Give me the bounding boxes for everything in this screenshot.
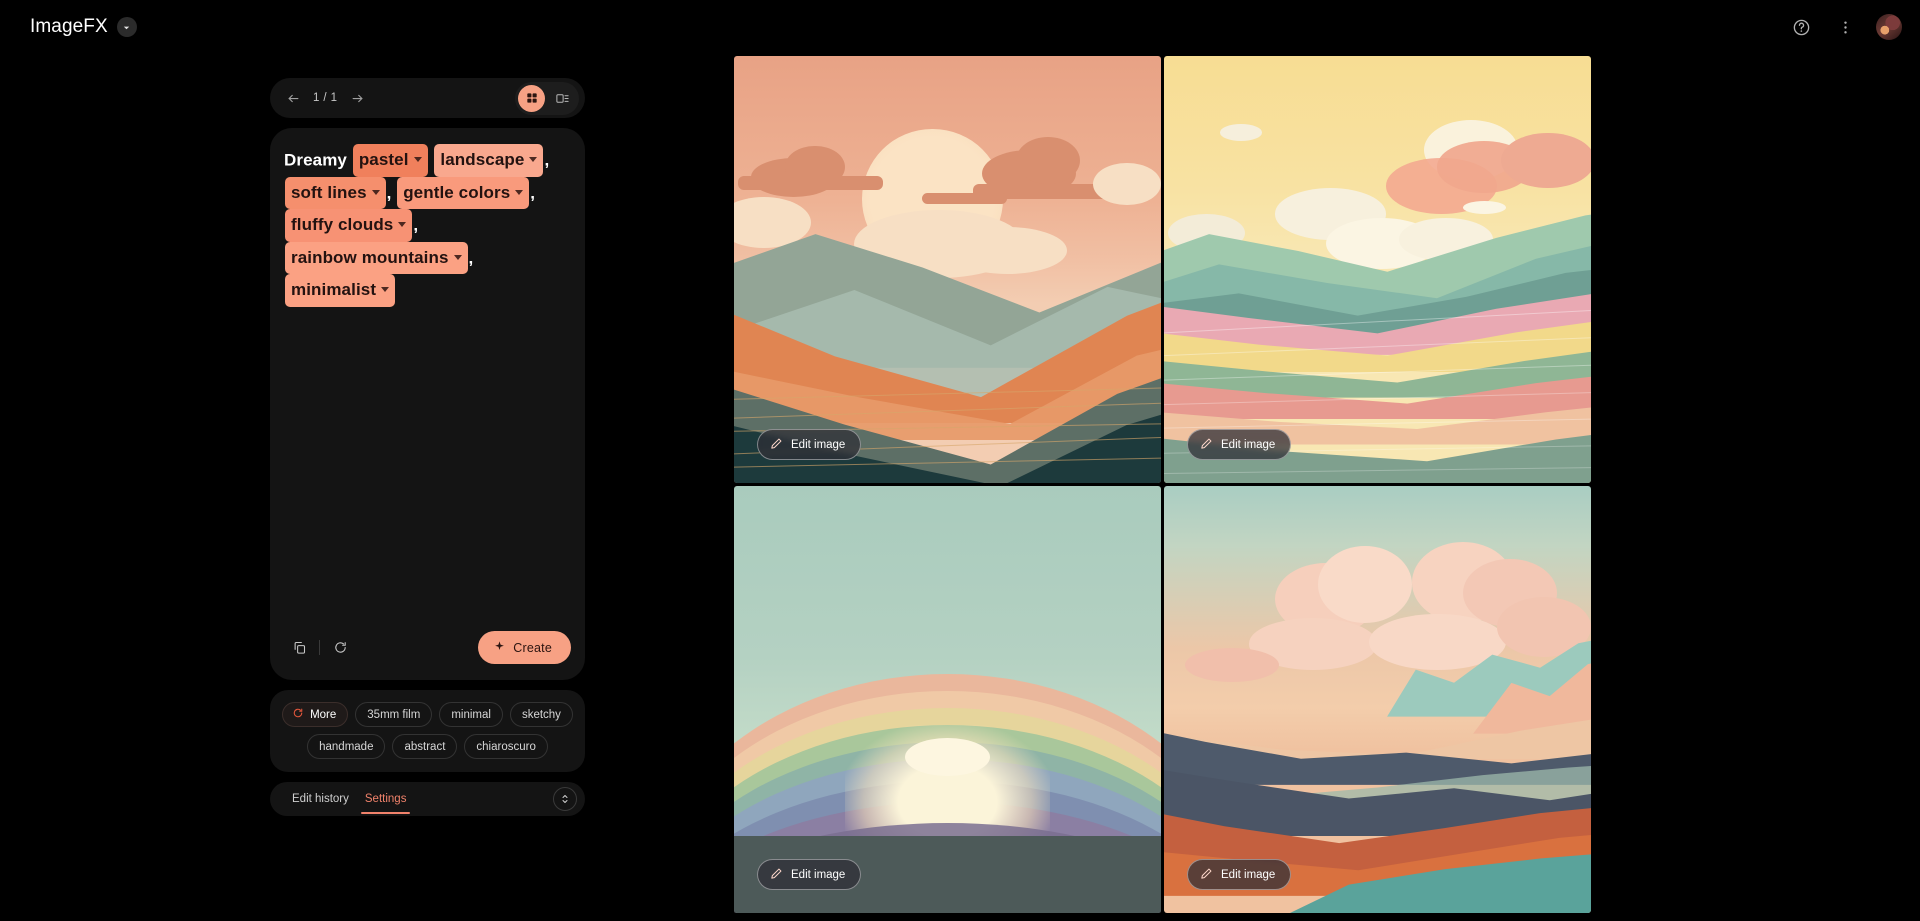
suggestion-row-2: handmade abstract chiaroscuro <box>307 734 548 759</box>
chip-label: minimalist <box>291 280 377 300</box>
suggestion-chip-chiaroscuro[interactable]: chiaroscuro <box>464 734 548 759</box>
prompt-actions: Create <box>284 631 571 664</box>
sparkle-icon <box>493 640 506 656</box>
chevron-down-icon[interactable] <box>529 157 538 163</box>
prompt-chip-pastel[interactable]: pastel <box>352 144 428 177</box>
tab-edit-history[interactable]: Edit history <box>284 782 357 816</box>
gallery-item-pastel-rainbow-ridges[interactable]: Edit image <box>1164 56 1591 483</box>
header-actions <box>1788 14 1902 40</box>
app-header: ImageFX <box>0 0 1920 54</box>
chip-label: soft lines <box>291 182 367 202</box>
gallery-item-mint-rainbow-valley[interactable]: Edit image <box>734 486 1161 913</box>
expand-collapse-icon[interactable] <box>553 787 577 811</box>
page-counter: 1 / 1 <box>313 92 338 104</box>
arrow-left-icon[interactable] <box>282 87 304 109</box>
chevron-down-icon[interactable] <box>371 189 380 195</box>
prompt-chip-rainbow-mountains[interactable]: rainbow mountains <box>285 241 468 275</box>
artwork-image <box>1164 56 1591 483</box>
pencil-icon <box>1200 437 1213 453</box>
chevron-down-icon[interactable] <box>381 287 390 293</box>
edit-image-label: Edit image <box>791 868 846 881</box>
prompt-chip-gentle-colors[interactable]: gentle colors <box>397 176 530 210</box>
suggestion-chip-handmade[interactable]: handmade <box>307 734 386 759</box>
help-circle-icon[interactable] <box>1788 14 1814 40</box>
divider <box>319 640 320 655</box>
artwork-image <box>734 56 1161 483</box>
artwork-image <box>1164 486 1591 913</box>
more-label: More <box>310 708 337 721</box>
prompt-text[interactable]: Dreamy pastel landscape , soft lines , g… <box>284 144 571 307</box>
more-suggestions-button[interactable]: More <box>282 702 349 727</box>
more-vertical-icon[interactable] <box>1832 14 1858 40</box>
suggestion-chip-abstract[interactable]: abstract <box>392 734 458 759</box>
grid-view-icon[interactable] <box>518 84 545 112</box>
gallery-item-peach-sunset-mountains[interactable]: Edit image <box>734 56 1161 483</box>
suggestion-chip-minimal[interactable]: minimal <box>439 702 503 727</box>
refresh-icon[interactable] <box>325 633 355 663</box>
prompt-chip-landscape[interactable]: landscape <box>434 144 544 177</box>
brand[interactable]: ImageFX <box>30 16 137 38</box>
chip-label: fluffy clouds <box>291 215 394 235</box>
edit-image-button[interactable]: Edit image <box>1187 859 1292 890</box>
pencil-icon <box>770 867 783 883</box>
edit-image-label: Edit image <box>1221 438 1276 451</box>
chip-label: landscape <box>440 150 525 169</box>
create-button-label: Create <box>513 640 552 655</box>
create-button[interactable]: Create <box>478 631 571 664</box>
prompt-lead-word: Dreamy <box>284 150 347 170</box>
pager-bar: 1 / 1 <box>270 78 585 118</box>
chevron-down-icon[interactable] <box>413 157 422 163</box>
prompt-chip-soft-lines[interactable]: soft lines <box>285 176 386 210</box>
artwork-image <box>734 486 1161 913</box>
prompt-panel: 1 / 1 Dreamy pastel landscape , soft lin… <box>270 78 585 816</box>
line-texture <box>1164 56 1591 483</box>
chevron-down-icon[interactable] <box>515 189 524 195</box>
image-gallery: Edit image Edit image Edit image Edit im… <box>734 56 1591 913</box>
chevron-down-icon[interactable] <box>398 222 407 228</box>
suggestions-card: More 35mm film minimal sketchy handmade … <box>270 690 585 772</box>
edit-image-label: Edit image <box>791 438 846 451</box>
arrow-right-icon[interactable] <box>346 87 368 109</box>
chevron-down-icon[interactable] <box>453 254 462 260</box>
suggestion-chip-35mm-film[interactable]: 35mm film <box>355 702 433 727</box>
prompt-chip-minimalist[interactable]: minimalist <box>285 274 396 307</box>
prompt-chip-fluffy-clouds[interactable]: fluffy clouds <box>285 209 413 242</box>
list-view-icon[interactable] <box>549 85 576 112</box>
pencil-icon <box>770 437 783 453</box>
chevron-down-icon[interactable] <box>116 17 137 37</box>
pager-nav: 1 / 1 <box>282 87 368 109</box>
copy-icon[interactable] <box>284 633 314 663</box>
prompt-tools <box>284 633 355 663</box>
imagefx-app: ImageFX 1 / 1 Dreamy pastel landscape , … <box>0 0 1920 921</box>
edit-image-button[interactable]: Edit image <box>1187 429 1292 460</box>
user-avatar[interactable] <box>1876 14 1902 40</box>
edit-image-label: Edit image <box>1221 868 1276 881</box>
edit-image-button[interactable]: Edit image <box>757 859 862 890</box>
suggestion-chip-sketchy[interactable]: sketchy <box>509 702 573 727</box>
chip-label: gentle colors <box>403 182 511 202</box>
view-toggle <box>515 81 579 115</box>
app-title: ImageFX <box>30 16 108 37</box>
tab-settings[interactable]: Settings <box>357 782 415 816</box>
prompt-card[interactable]: Dreamy pastel landscape , soft lines , g… <box>270 128 585 680</box>
refresh-icon <box>292 707 304 722</box>
gallery-item-pink-cloud-dunes[interactable]: Edit image <box>1164 486 1591 913</box>
chip-label: pastel <box>358 150 409 169</box>
chip-label: rainbow mountains <box>291 247 449 267</box>
suggestion-row-1: More 35mm film minimal sketchy <box>282 702 573 727</box>
edit-image-button[interactable]: Edit image <box>757 429 862 460</box>
pencil-icon <box>1200 867 1213 883</box>
panel-footer: Edit history Settings <box>270 782 585 816</box>
